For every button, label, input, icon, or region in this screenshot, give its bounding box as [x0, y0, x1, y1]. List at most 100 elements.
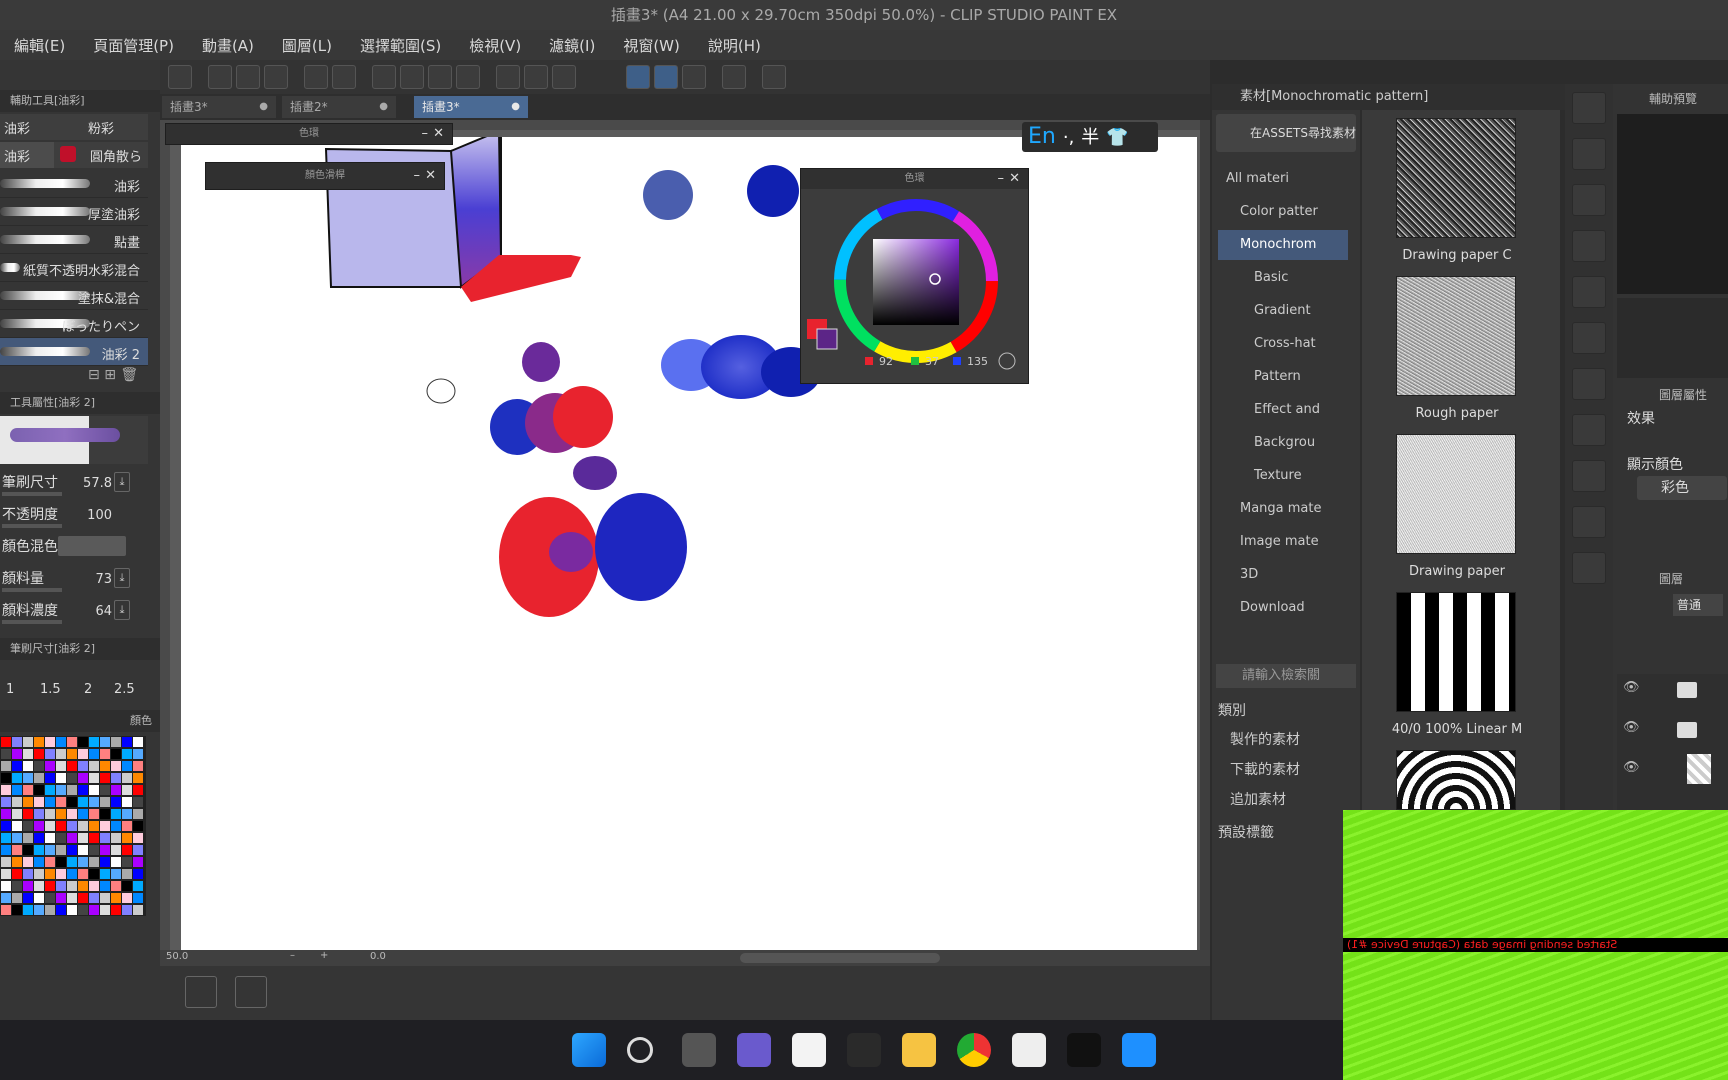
brush-size-option[interactable]: 1 — [6, 682, 14, 697]
color-swatch[interactable] — [78, 773, 88, 783]
color-swatch[interactable] — [111, 785, 121, 795]
scrollbar-horizontal[interactable] — [740, 953, 940, 963]
material-tool-icon[interactable] — [1572, 276, 1606, 308]
color-swatch[interactable] — [111, 809, 121, 819]
menu-filter[interactable]: 濾鏡(I) — [535, 35, 609, 56]
color-swatch[interactable] — [122, 821, 132, 831]
loading-icon[interactable] — [372, 65, 396, 89]
open-file-icon[interactable] — [236, 65, 260, 89]
color-swatch[interactable] — [12, 833, 22, 843]
color-swatch[interactable] — [122, 773, 132, 783]
scrollbar-vertical[interactable] — [1200, 120, 1210, 950]
color-swatch[interactable] — [133, 749, 143, 759]
minimize-icon[interactable]: – — [422, 124, 429, 144]
teams-icon[interactable] — [737, 1033, 771, 1067]
color-swatch[interactable] — [122, 905, 132, 915]
color-swatch[interactable] — [111, 833, 121, 843]
color-swatch[interactable] — [78, 821, 88, 831]
layer-tab[interactable]: 圖層 — [1659, 570, 1683, 587]
color-swatch[interactable] — [1, 761, 11, 771]
color-swatch[interactable] — [111, 761, 121, 771]
fill-icon[interactable] — [428, 65, 452, 89]
color-swatch[interactable] — [122, 809, 132, 819]
color-swatch[interactable] — [56, 845, 66, 855]
color-swatch[interactable] — [45, 821, 55, 831]
clip-studio-icon[interactable] — [168, 65, 192, 89]
material-thumb[interactable] — [1396, 750, 1516, 810]
slider-track[interactable] — [2, 620, 62, 624]
ruler-snap-icon[interactable] — [626, 65, 650, 89]
color-swatch[interactable] — [122, 797, 132, 807]
color-swatch[interactable] — [111, 905, 121, 915]
material-search-input[interactable]: 請輸入檢索關 — [1216, 664, 1356, 688]
subtool-tab-oil[interactable]: 油彩 — [4, 118, 30, 137]
category-item[interactable]: 下載的素材 — [1218, 756, 1352, 784]
color-swatch[interactable] — [100, 881, 110, 891]
color-swatch[interactable] — [100, 785, 110, 795]
color-swatch[interactable] — [1, 749, 11, 759]
color-swatch[interactable] — [67, 785, 77, 795]
search-icon[interactable] — [1572, 92, 1606, 124]
color-swatch[interactable] — [12, 845, 22, 855]
color-swatch[interactable] — [78, 809, 88, 819]
color-swatch[interactable] — [111, 821, 121, 831]
layer-list[interactable]: 👁 👁 👁 — [1617, 674, 1728, 814]
menu-view[interactable]: 檢視(V) — [455, 35, 535, 56]
color-swatch[interactable] — [23, 845, 33, 855]
color-swatch[interactable] — [23, 797, 33, 807]
color-swatch[interactable] — [12, 821, 22, 831]
color-swatch[interactable] — [100, 797, 110, 807]
brush-item[interactable]: 紙質不透明水彩混合 — [0, 254, 148, 282]
material-tool-icon[interactable] — [1572, 414, 1606, 446]
color-swatch[interactable] — [45, 785, 55, 795]
clip-studio-taskbar-icon[interactable] — [1012, 1033, 1046, 1067]
material-tool-icon[interactable] — [1572, 506, 1606, 538]
color-swatch[interactable] — [56, 833, 66, 843]
color-swatch[interactable] — [100, 821, 110, 831]
color-set-grid[interactable] — [0, 736, 146, 916]
color-swatch[interactable] — [45, 833, 55, 843]
mix-mode-buttons[interactable] — [58, 536, 126, 556]
color-swatch[interactable] — [100, 761, 110, 771]
chrome-icon[interactable] — [957, 1033, 991, 1067]
color-swatch[interactable] — [1, 797, 11, 807]
copy-icon[interactable]: ⊟ — [88, 367, 100, 383]
color-swatch[interactable] — [100, 809, 110, 819]
color-swatch[interactable] — [133, 785, 143, 795]
color-swatch[interactable] — [34, 881, 44, 891]
color-swatch[interactable] — [89, 893, 99, 903]
page-icon[interactable] — [722, 65, 746, 89]
color-swatch[interactable] — [100, 749, 110, 759]
color-swatch[interactable] — [89, 821, 99, 831]
color-swatch[interactable] — [23, 893, 33, 903]
color-swatch[interactable] — [89, 773, 99, 783]
selection-icon[interactable] — [496, 65, 520, 89]
material-tree-item[interactable]: Basic — [1218, 263, 1348, 293]
material-tree-item[interactable]: 3D — [1218, 560, 1348, 590]
color-swatch[interactable] — [45, 761, 55, 771]
color-swatch[interactable] — [1, 845, 11, 855]
color-swatch[interactable] — [89, 905, 99, 915]
color-swatch[interactable] — [122, 785, 132, 795]
color-swatch[interactable] — [111, 857, 121, 867]
brush-size-option[interactable]: 2 — [84, 682, 92, 697]
color-swatch[interactable] — [1, 821, 11, 831]
color-swatch[interactable] — [1, 881, 11, 891]
ruler-snap-icon-3[interactable] — [682, 65, 706, 89]
color-swatch[interactable] — [78, 881, 88, 891]
color-swatch[interactable] — [78, 893, 88, 903]
color-swatch[interactable] — [122, 881, 132, 891]
color-swatch[interactable] — [122, 845, 132, 855]
selection-icon-2[interactable] — [524, 65, 548, 89]
material-tree-item[interactable]: Image mate — [1218, 527, 1348, 557]
material-tree-item[interactable]: Color patter — [1218, 197, 1348, 227]
color-swatch[interactable] — [133, 737, 143, 747]
material-thumb[interactable] — [1396, 434, 1516, 554]
subtool-tab-pastel[interactable]: 粉彩 — [88, 118, 114, 137]
menu-window[interactable]: 視窗(W) — [609, 35, 694, 56]
color-swatch[interactable] — [78, 761, 88, 771]
color-swatch[interactable] — [12, 749, 22, 759]
color-swatch[interactable] — [12, 737, 22, 747]
material-tree-item[interactable]: Manga mate — [1218, 494, 1348, 524]
menu-edit[interactable]: 編輯(E) — [0, 35, 79, 56]
